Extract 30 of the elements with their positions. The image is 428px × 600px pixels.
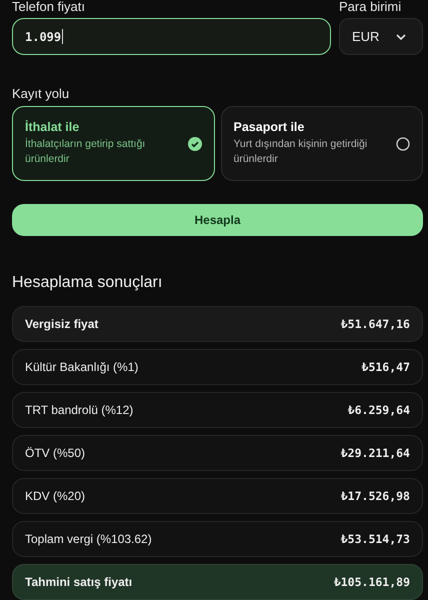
calculate-button[interactable]: Hesapla — [12, 204, 423, 236]
result-label: KDV (%20) — [25, 489, 86, 503]
chevron-down-icon — [396, 34, 406, 40]
option-title: Pasaport ile — [234, 120, 306, 134]
price-input[interactable]: 1.099 — [12, 18, 331, 55]
result-value: ₺53.514,73 — [340, 532, 410, 546]
result-label: TRT bandrolü (%12) — [25, 403, 134, 417]
result-value: ₺516,47 — [362, 360, 410, 374]
route-label: Kayıt yolu — [12, 87, 70, 101]
currency-dropdown[interactable]: EUR — [339, 18, 423, 55]
currency-label: Para birimi — [339, 0, 402, 14]
result-value: ₺105.161,89 — [334, 575, 410, 589]
result-label: Vergisiz fiyat — [25, 317, 98, 331]
result-label: Kültür Bakanlığı (%1) — [25, 360, 138, 374]
result-value: ₺29.211,64 — [340, 446, 410, 460]
result-value: ₺6.259,64 — [348, 403, 410, 417]
option-description: Yurt dışından kişinin getirdiği ürünlerdir — [234, 137, 368, 167]
route-option[interactable]: İthalat ile İthalatçıların getirip sattığı ürünlerdir — [12, 106, 214, 181]
result-value: ₺17.526,98 — [340, 489, 410, 503]
option-description: İthalatçıların getirip sattığı ürünlerdir — [25, 137, 146, 167]
result-label: Tahmini satış fiyatı — [25, 575, 132, 589]
result-label: Toplam vergi (%103.62) — [25, 532, 152, 546]
result-label: ÖTV (%50) — [25, 446, 86, 460]
result-value: ₺51.647,16 — [340, 317, 410, 331]
check-circle-icon — [188, 136, 202, 150]
route-option[interactable]: Pasaport ile Yurt dışından kişinin getirdiği ürünlerdir — [220, 106, 423, 181]
price-label: Telefon fiyatı — [12, 0, 86, 14]
results-heading: Hesaplama sonuçları — [12, 274, 164, 292]
option-title: İthalat ile — [25, 120, 80, 134]
radio-circle-icon — [396, 136, 410, 150]
